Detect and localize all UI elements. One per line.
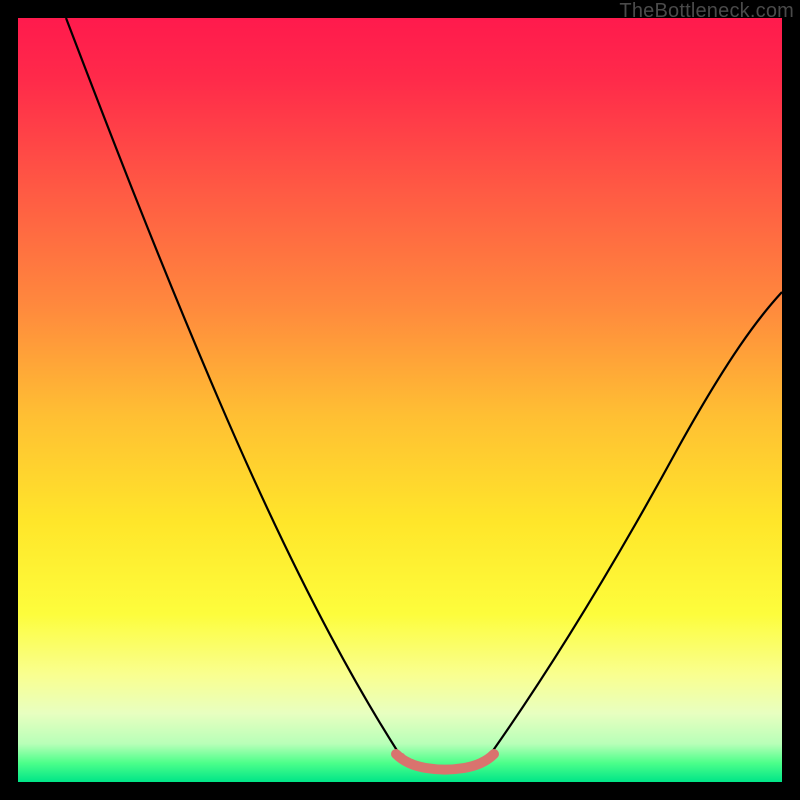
plot-area bbox=[18, 18, 782, 782]
curve-right bbox=[492, 292, 782, 752]
chart-curves bbox=[18, 18, 782, 782]
curve-left bbox=[66, 18, 398, 752]
watermark-text: TheBottleneck.com bbox=[619, 0, 794, 23]
chart-frame bbox=[18, 18, 782, 782]
